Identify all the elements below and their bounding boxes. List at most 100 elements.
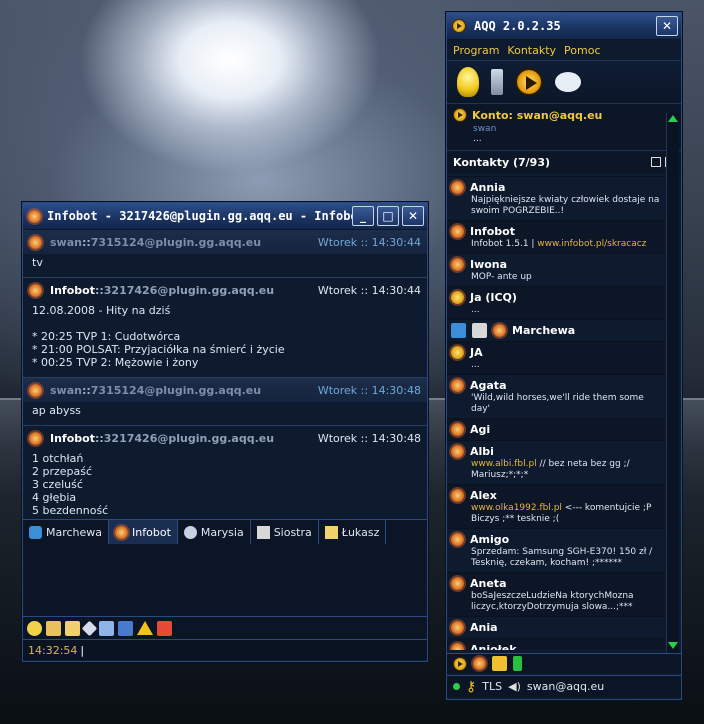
contact-name-row: Aneta [451, 575, 661, 591]
lightbulb-icon[interactable] [457, 67, 479, 97]
send-file-icon[interactable] [65, 620, 80, 636]
sender-name: swan [50, 235, 82, 249]
contact-name-row: Agata [451, 377, 661, 393]
contact-description: www.albi.fbl.pl // bez neta bez gg ;/ Ma… [471, 459, 630, 480]
eraser-icon[interactable] [81, 620, 98, 636]
status-sun-icon [451, 642, 464, 650]
message-input-area[interactable] [23, 544, 427, 616]
close-button[interactable]: ✕ [656, 16, 678, 36]
chat-bubble-icon[interactable] [555, 72, 581, 92]
contact-list[interactable]: Annia Najpiękniejsze kwiaty człowiek dost… [447, 176, 665, 650]
contact-item[interactable]: Aneta boSaJeszczeLudzieNa ktorychMozna li… [447, 572, 665, 616]
user-group-icon [29, 525, 42, 539]
contact-item[interactable]: JA... [447, 341, 665, 374]
contact-item[interactable]: Ania [447, 616, 665, 638]
status-sun-icon [29, 383, 42, 397]
contact-item[interactable]: Amigo Sprzedam: Samsung SGH-E370! 150 zł … [447, 528, 665, 572]
contact-item[interactable]: Agata 'Wild,wild horses,we'll ride them s… [447, 374, 665, 418]
main-toolbar [447, 60, 681, 104]
sender-uid: 3217426@plugin.gg.aqq.eu [103, 283, 275, 297]
book-icon[interactable] [118, 620, 133, 636]
main-window: AQQ 2.0.2.35 ✕ Program Kontakty Pomoc Ko… [446, 12, 682, 700]
contact-description: Infobot 1.5.1 | www.infobot.pl/skracacz [471, 239, 647, 249]
phone-icon[interactable] [491, 69, 503, 95]
status-sun-icon [451, 422, 464, 436]
contact-item[interactable]: Infobot Infobot 1.5.1 | www.infobot.pl/sk… [447, 220, 665, 253]
status-sun-icon [451, 444, 464, 458]
close-button[interactable]: ✕ [402, 206, 424, 226]
emoticon-icon[interactable] [27, 620, 42, 636]
warning-icon[interactable] [137, 621, 153, 635]
contact-name: JA [470, 345, 483, 359]
menu-pomoc[interactable]: Pomoc [564, 44, 600, 57]
account-panel[interactable]: Konto: swan@aqq.eu swan ... [447, 104, 681, 151]
tab-marchewa[interactable]: Marchewa [23, 520, 110, 544]
speaker-icon[interactable]: ◀) [508, 680, 521, 693]
contact-description: 'Wild,wild horses,we'll ride them some d… [471, 393, 644, 414]
contact-list-scrollbar[interactable] [666, 113, 679, 653]
status-sun-icon [29, 431, 42, 445]
message-header: swan :: 7315124@plugin.gg.aqq.eu Wtorek :… [23, 378, 427, 402]
menu-kontakty[interactable]: Kontakty [507, 44, 556, 57]
contact-item[interactable]: Ja (ICQ)... [447, 286, 665, 319]
scroll-up-icon[interactable] [668, 115, 678, 122]
play-icon [256, 525, 270, 539]
contact-name: Marchewa [512, 323, 576, 337]
contact-name-row: Ja (ICQ) [451, 289, 661, 305]
maximize-button[interactable]: □ [377, 206, 399, 226]
message-time: Wtorek :: 14:30:44 [317, 235, 421, 249]
expand-icon[interactable] [651, 157, 661, 167]
contact-name: Ania [470, 620, 498, 634]
status-sun-icon[interactable] [473, 657, 486, 670]
status-sun-icon [451, 257, 464, 271]
contact-item[interactable]: Aniołek [447, 638, 665, 650]
contact-item[interactable]: Agi [447, 418, 665, 440]
play-icon[interactable] [492, 656, 507, 671]
status-sun-icon [29, 283, 42, 297]
user-icon [183, 525, 197, 539]
chat-window-title: Infobot - 3217426@plugin.gg.aqq.eu - Inf… [47, 209, 352, 223]
card-icon[interactable] [99, 620, 114, 636]
tab-infobot[interactable]: Infobot [109, 520, 178, 544]
contact-item[interactable]: Alex www.olka1992.fbl.pl <--- komentujcie… [447, 484, 665, 528]
account-nick: swan [473, 124, 497, 134]
open-folder-icon[interactable] [46, 620, 61, 636]
message-body: tv [32, 256, 43, 269]
signal-icon[interactable] [513, 656, 522, 671]
contact-group-header[interactable]: Kontakty (7/93) [447, 151, 681, 173]
contact-link[interactable]: www.olka1992.fbl.pl [471, 503, 562, 513]
contact-link[interactable]: www.infobot.pl/skracacz [537, 239, 646, 249]
scroll-down-icon[interactable] [668, 642, 678, 649]
contact-item[interactable]: Marchewa [447, 319, 665, 341]
contact-description: ... [471, 360, 480, 370]
message-header: Infobot :: 3217426@plugin.gg.aqq.eu Wtore… [23, 278, 427, 302]
bottom-toolbar [447, 653, 681, 673]
contact-item[interactable]: Annia Najpiękniejsze kwiaty człowiek dost… [447, 176, 665, 220]
message-body: ap abyss [32, 404, 81, 417]
block-user-icon[interactable] [157, 620, 172, 636]
contact-name: Amigo [470, 532, 510, 546]
contact-link[interactable]: www.albi.fbl.pl [471, 459, 537, 469]
contact-item[interactable]: Albi www.albi.fbl.pl // bez neta bez gg ;… [447, 440, 665, 484]
status-sun-icon [115, 525, 129, 539]
chat-message: swan :: 7315124@plugin.gg.aqq.eu Wtorek :… [23, 230, 427, 277]
contact-name: Aneta [470, 576, 507, 590]
contact-item[interactable]: Iwona MOP- ante up [447, 253, 665, 286]
minimize-button[interactable]: _ [352, 206, 374, 226]
chat-titlebar[interactable]: Infobot - 3217426@plugin.gg.aqq.eu - Inf… [23, 203, 427, 230]
tab-lukasz[interactable]: Łukasz [319, 520, 387, 544]
contact-name: Albi [470, 444, 494, 458]
chat-window: Infobot - 3217426@plugin.gg.aqq.eu - Inf… [22, 202, 428, 662]
separator: :: [81, 235, 91, 249]
message-history[interactable]: swan :: 7315124@plugin.gg.aqq.eu Wtorek :… [23, 230, 427, 520]
play-status-icon[interactable] [515, 68, 543, 96]
main-titlebar[interactable]: AQQ 2.0.2.35 ✕ [447, 13, 681, 40]
tls-label: TLS [482, 680, 503, 693]
menu-program[interactable]: Program [453, 44, 499, 57]
contact-description: MOP- ante up [471, 272, 532, 282]
aqq-logo-icon [451, 345, 464, 359]
tab-siostra[interactable]: Siostra [251, 520, 319, 544]
aqq-logo-icon[interactable] [453, 656, 467, 671]
contact-name: Agi [470, 422, 491, 436]
tab-marysia[interactable]: Marysia [178, 520, 251, 544]
